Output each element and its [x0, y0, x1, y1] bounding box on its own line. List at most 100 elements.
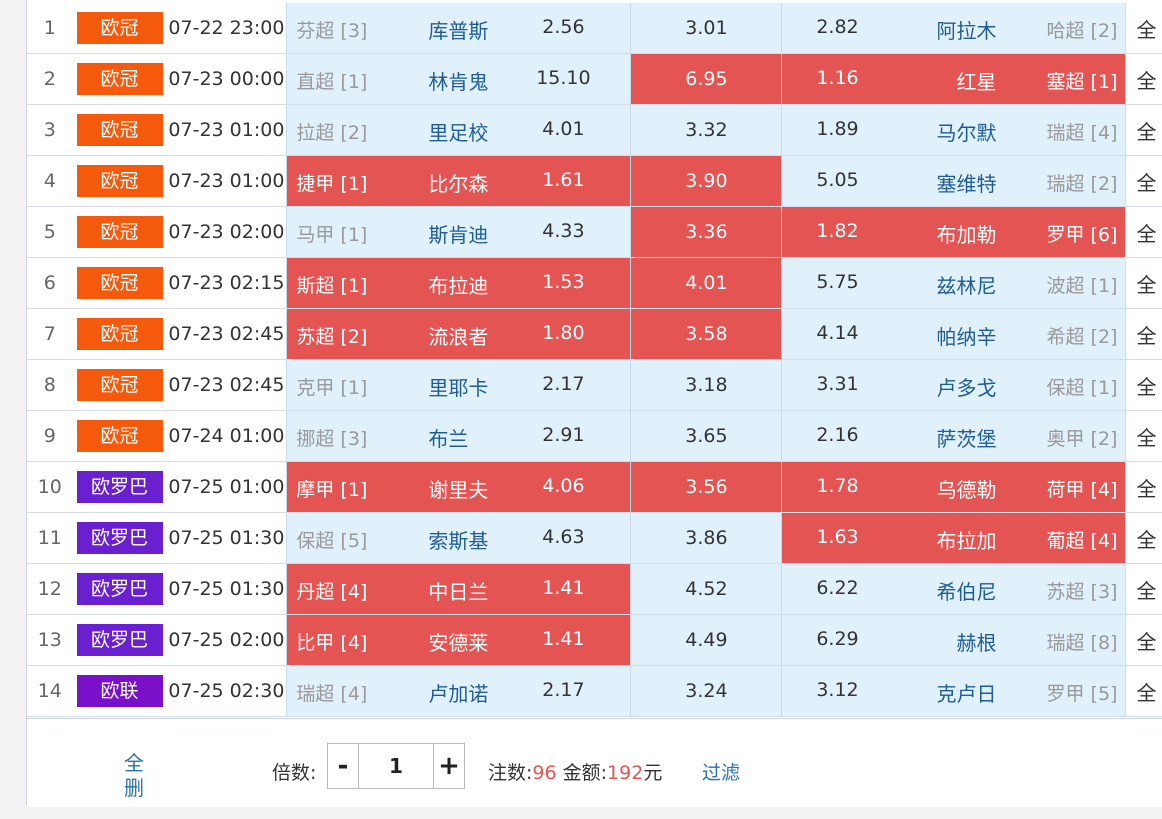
away-win-option[interactable]: 6.22 希伯尼 苏超 [3] [781, 563, 1126, 615]
draw-option[interactable]: 3.36 [630, 206, 783, 258]
away-odds: 1.63 [816, 526, 859, 548]
away-win-option[interactable]: 1.16 红星 塞超 [1] [781, 53, 1126, 105]
decrease-button[interactable]: - [328, 744, 359, 788]
increase-button[interactable]: + [433, 744, 464, 788]
match-number: 4 [27, 155, 73, 207]
league-badge: 欧冠 [76, 12, 163, 44]
home-league-rank: 瑞超 [4] [296, 683, 368, 705]
match-row: 2 欧冠 07-23 00:00 直超 [1] 林肯鬼 15.10 6.95 1.16 红星 塞超… [27, 53, 1162, 105]
match-row: 10 欧罗巴 07-25 01:00 摩甲 [1] 谢里夫 4.06 3.56 1.78 乌德勒… [27, 461, 1162, 513]
home-win-option[interactable]: 保超 [5] 索斯基 4.63 [286, 512, 632, 564]
away-win-option[interactable]: 1.63 布拉加 葡超 [4] [781, 512, 1126, 564]
match-number: 9 [27, 410, 73, 462]
home-league-rank: 芬超 [3] [296, 20, 368, 42]
home-team: 流浪者 [428, 325, 489, 349]
away-win-option[interactable]: 5.75 兹林尼 波超 [1] [781, 257, 1126, 309]
draw-option[interactable]: 3.90 [630, 155, 783, 207]
away-league-rank: 瑞超 [4] [1046, 122, 1118, 144]
away-odds: 6.29 [816, 628, 859, 650]
away-win-option[interactable]: 5.05 塞维特 瑞超 [2] [781, 155, 1126, 207]
draw-option[interactable]: 4.52 [630, 563, 783, 615]
multiplier-stepper: - + [327, 743, 465, 789]
away-win-option[interactable]: 1.78 乌德勒 荷甲 [4] [781, 461, 1126, 513]
away-odds: 1.82 [816, 220, 859, 242]
match-row: 4 欧冠 07-23 01:00 捷甲 [1] 比尔森 1.61 3.90 5.05 塞维特 瑞超… [27, 155, 1162, 207]
multiplier-input[interactable] [359, 744, 433, 788]
home-win-option[interactable]: 挪超 [3] 布兰 2.91 [286, 410, 632, 462]
full-option[interactable]: 全 [1125, 563, 1162, 615]
full-option[interactable]: 全 [1125, 155, 1162, 207]
away-win-option[interactable]: 1.82 布加勒 罗甲 [6] [781, 206, 1126, 258]
home-odds: 4.33 [542, 220, 585, 242]
home-win-option[interactable]: 马甲 [1] 斯肯迪 4.33 [286, 206, 632, 258]
draw-option[interactable]: 4.49 [630, 614, 783, 666]
away-odds: 1.89 [816, 118, 859, 140]
full-option[interactable]: 全 [1125, 308, 1162, 360]
home-win-option[interactable]: 拉超 [2] 里足校 4.01 [286, 104, 632, 156]
full-option[interactable]: 全 [1125, 410, 1162, 462]
home-league-rank: 比甲 [4] [296, 632, 368, 654]
home-win-option[interactable]: 比甲 [4] 安德莱 1.41 [286, 614, 632, 666]
full-option[interactable]: 全 [1125, 461, 1162, 513]
away-team: 克卢日 [936, 682, 997, 706]
draw-option[interactable]: 3.58 [630, 308, 783, 360]
match-row: 5 欧冠 07-23 02:00 马甲 [1] 斯肯迪 4.33 3.36 1.82 布加勒 罗甲… [27, 206, 1162, 258]
full-option[interactable]: 全 [1125, 206, 1162, 258]
draw-option[interactable]: 3.01 [630, 3, 783, 54]
draw-option[interactable]: 3.24 [630, 665, 783, 717]
clear-all-button[interactable]: 全删 [122, 751, 146, 801]
full-option[interactable]: 全 [1125, 359, 1162, 411]
away-win-option[interactable]: 2.16 萨茨堡 奥甲 [2] [781, 410, 1126, 462]
match-time: 07-25 01:30 [166, 512, 287, 564]
home-odds: 2.17 [542, 679, 585, 701]
draw-option[interactable]: 3.86 [630, 512, 783, 564]
draw-option[interactable]: 4.01 [630, 257, 783, 309]
full-option[interactable]: 全 [1125, 53, 1162, 105]
bet-footer: 全删 倍数: - + 注数:96 金额:192元 过滤 [27, 718, 1162, 807]
home-win-option[interactable]: 丹超 [4] 中日兰 1.41 [286, 563, 632, 615]
full-option[interactable]: 全 [1125, 257, 1162, 309]
away-win-option[interactable]: 2.82 阿拉木 哈超 [2] [781, 3, 1126, 54]
home-win-option[interactable]: 捷甲 [1] 比尔森 1.61 [286, 155, 632, 207]
league-badge: 欧冠 [76, 63, 163, 95]
away-odds: 5.75 [816, 271, 859, 293]
full-option[interactable]: 全 [1125, 104, 1162, 156]
amount-value: 192 [607, 762, 644, 784]
away-league-rank: 葡超 [4] [1046, 530, 1118, 552]
home-league-rank: 摩甲 [1] [296, 479, 368, 501]
draw-option[interactable]: 3.56 [630, 461, 783, 513]
draw-option[interactable]: 3.18 [630, 359, 783, 411]
away-win-option[interactable]: 4.14 帕纳辛 希超 [2] [781, 308, 1126, 360]
home-win-option[interactable]: 克甲 [1] 里耶卡 2.17 [286, 359, 632, 411]
away-team: 红星 [956, 70, 997, 94]
away-team: 马尔默 [936, 121, 997, 145]
full-option[interactable]: 全 [1125, 3, 1162, 54]
home-win-option[interactable]: 斯超 [1] 布拉迪 1.53 [286, 257, 632, 309]
home-league-rank: 马甲 [1] [296, 224, 368, 246]
home-league-rank: 丹超 [4] [296, 581, 368, 603]
draw-option[interactable]: 6.95 [630, 53, 783, 105]
multiplier-label: 倍数: [272, 762, 317, 784]
home-win-option[interactable]: 瑞超 [4] 卢加诺 2.17 [286, 665, 632, 717]
home-win-option[interactable]: 摩甲 [1] 谢里夫 4.06 [286, 461, 632, 513]
home-win-option[interactable]: 芬超 [3] 库普斯 2.56 [286, 3, 632, 54]
away-team: 布加勒 [936, 223, 997, 247]
match-number: 3 [27, 104, 73, 156]
draw-option[interactable]: 3.32 [630, 104, 783, 156]
filter-button[interactable]: 过滤 [702, 758, 740, 785]
home-win-option[interactable]: 苏超 [2] 流浪者 1.80 [286, 308, 632, 360]
home-odds: 2.17 [542, 373, 585, 395]
away-win-option[interactable]: 3.31 卢多戈 保超 [1] [781, 359, 1126, 411]
away-win-option[interactable]: 6.29 赫根 瑞超 [8] [781, 614, 1126, 666]
away-odds: 2.16 [816, 424, 859, 446]
match-number: 1 [27, 3, 73, 54]
full-option[interactable]: 全 [1125, 665, 1162, 717]
home-odds: 4.63 [542, 526, 585, 548]
home-win-option[interactable]: 直超 [1] 林肯鬼 15.10 [286, 53, 632, 105]
draw-option[interactable]: 3.65 [630, 410, 783, 462]
full-option[interactable]: 全 [1125, 614, 1162, 666]
away-win-option[interactable]: 1.89 马尔默 瑞超 [4] [781, 104, 1126, 156]
away-win-option[interactable]: 3.12 克卢日 罗甲 [5] [781, 665, 1126, 717]
full-option[interactable]: 全 [1125, 512, 1162, 564]
away-odds: 4.14 [816, 322, 859, 344]
